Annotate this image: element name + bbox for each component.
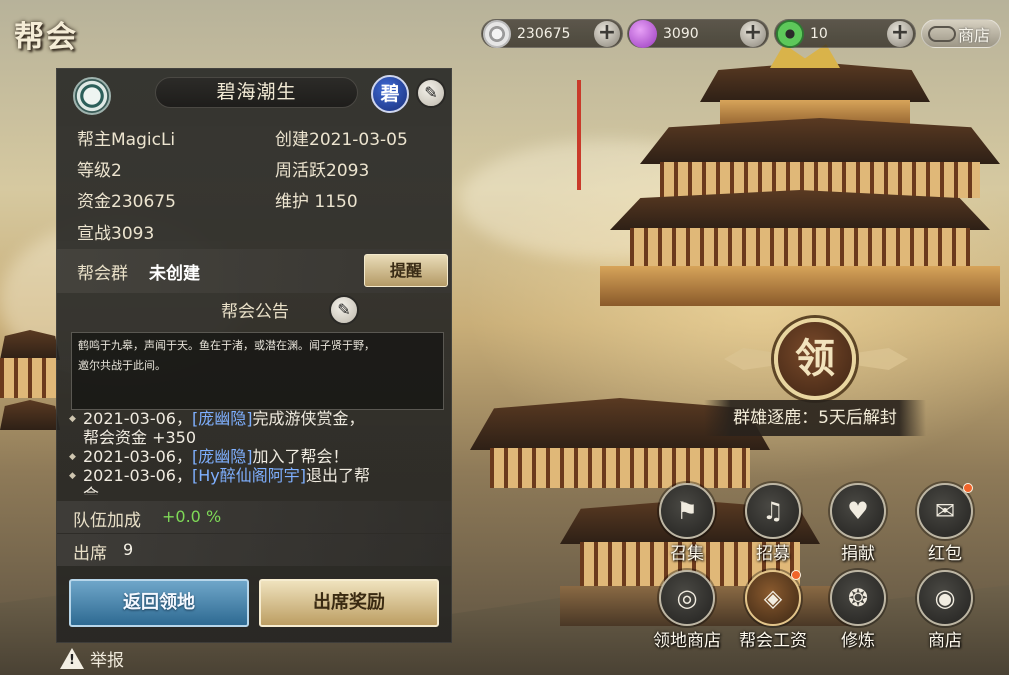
team-bonus-row: 队伍加成 +0.0 %: [57, 501, 451, 533]
jade-currency: 10 +: [774, 19, 916, 48]
attendance-value: 9: [123, 540, 134, 559]
recruit-button[interactable]: ♫ 招募: [731, 483, 815, 564]
lead-medal-button[interactable]: 领: [774, 318, 856, 400]
lead-banner: 群雄逐鹿：5天后解封: [704, 400, 926, 436]
guild-leader: 帮主MagicLi: [77, 130, 176, 150]
flag-icon: ⚑: [659, 483, 715, 539]
player-link[interactable]: [Hy醉仙阁阿宇]: [192, 466, 306, 485]
add-jade-button[interactable]: +: [887, 20, 913, 47]
notice-line-2: 邀尔共战于此间。: [78, 359, 166, 372]
guild-info-panel: 碧海潮生 碧 ✎ 帮主MagicLi 创建2021-03-05 等级2 周活跃2…: [56, 68, 452, 643]
recruit-label: 招募: [756, 544, 790, 564]
red-envelope-icon: ✉: [917, 483, 973, 539]
guild-war: 宣战3093: [77, 224, 155, 244]
summon-label: 召集: [670, 544, 704, 564]
cultivate-icon: ❂: [830, 570, 886, 626]
add-silver-button[interactable]: +: [594, 20, 620, 47]
notice-title: 帮会公告: [221, 302, 289, 322]
page-title: 帮会: [14, 20, 78, 55]
silver-coin-icon: [483, 19, 511, 48]
red-envelope-button[interactable]: ✉ 红包: [903, 483, 987, 564]
log-item: 2021-03-06，[庞幽隐]加入了帮会！: [69, 447, 445, 467]
summon-button[interactable]: ⚑ 召集: [645, 483, 729, 564]
guild-salary-label: 帮会工资: [739, 631, 807, 651]
attendance-label: 出席: [73, 544, 107, 564]
group-status: 未创建: [149, 264, 200, 284]
top-shop-button[interactable]: 商店: [921, 19, 1001, 48]
report-label: 举报: [90, 651, 124, 671]
edit-name-button[interactable]: ✎: [416, 78, 446, 108]
player-link[interactable]: [庞幽隐]: [192, 409, 253, 428]
shop-button[interactable]: ◉ 商店: [903, 570, 987, 651]
shop-icon: ◉: [917, 570, 973, 626]
territory-shop-button[interactable]: ◎ 领地商店: [645, 570, 729, 651]
notice-line-1: 鹤鸣于九皋，声闻于天。鱼在于渚，或潜在渊。闻子贤于野，: [78, 339, 375, 352]
guild-funds: 资金230675: [77, 192, 176, 212]
guild-event-log[interactable]: 2021-03-06，[庞幽隐]完成游侠赏金， 帮会资金 +350 2021-0…: [69, 409, 445, 495]
territory-shop-icon: ◎: [659, 570, 715, 626]
shop-tag-icon: [928, 25, 956, 42]
team-bonus-label: 队伍加成: [73, 511, 141, 531]
cultivate-button[interactable]: ❂ 修炼: [816, 570, 900, 651]
team-bonus-value: +0.0 %: [162, 507, 222, 526]
donate-button[interactable]: ♥ 捐献: [816, 483, 900, 564]
guild-badge: 碧: [371, 75, 409, 113]
shop-label: 商店: [928, 631, 962, 651]
attendance-row: 出席 9: [57, 534, 451, 566]
purple-gem-icon: [629, 19, 657, 48]
notification-dot: [963, 483, 973, 493]
log-item: 2021-03-06，[Hy醉仙阁阿宇]退出了帮 会: [69, 466, 445, 495]
heart-hand-icon: ♥: [830, 483, 886, 539]
remind-button[interactable]: 提醒: [364, 254, 448, 287]
donate-label: 捐献: [841, 544, 875, 564]
cultivate-label: 修炼: [841, 631, 875, 651]
silver-amount: 230675: [517, 25, 571, 42]
territory-shop-label: 领地商店: [653, 631, 721, 651]
guild-weekly-activity: 周活跃2093: [275, 161, 370, 181]
return-territory-button[interactable]: 返回领地: [69, 579, 249, 627]
guild-maintenance: 维护 1150: [275, 192, 358, 212]
edit-notice-button[interactable]: ✎: [329, 295, 359, 325]
notice-text: 鹤鸣于九皋，声闻于天。鱼在于渚，或潜在渊。闻子贤于野， 邀尔共战于此间。: [71, 332, 444, 410]
guild-name: 碧海潮生: [155, 77, 358, 108]
horn-icon: ♫: [745, 483, 801, 539]
warning-icon: [60, 648, 84, 669]
log-item: 2021-03-06，[庞幽隐]完成游侠赏金， 帮会资金 +350: [69, 409, 445, 447]
notification-dot: [791, 570, 801, 580]
guild-created-date: 创建2021-03-05: [275, 130, 408, 150]
group-label: 帮会群: [77, 264, 128, 284]
guild-group-row: 帮会群 未创建 提醒: [57, 249, 451, 293]
green-jade-icon: [776, 19, 804, 48]
report-button[interactable]: 举报: [60, 646, 124, 671]
pen-icon: ✎: [424, 83, 438, 102]
top-shop-label: 商店: [958, 25, 991, 45]
add-gem-button[interactable]: +: [740, 20, 766, 47]
red-envelope-label: 红包: [928, 544, 962, 564]
jade-amount: 10: [810, 25, 828, 42]
guild-emblem-icon: [73, 77, 111, 115]
guild-level: 等级2: [77, 161, 122, 181]
pen-icon: ✎: [337, 300, 351, 319]
salary-icon: ◈: [745, 570, 801, 626]
player-link[interactable]: [庞幽隐]: [192, 447, 253, 466]
silver-currency: 230675 +: [481, 19, 623, 48]
gem-currency: 3090 +: [627, 19, 769, 48]
attendance-reward-button[interactable]: 出席奖励: [259, 579, 439, 627]
guild-salary-button[interactable]: ◈ 帮会工资: [731, 570, 815, 651]
gem-amount: 3090: [663, 25, 699, 42]
